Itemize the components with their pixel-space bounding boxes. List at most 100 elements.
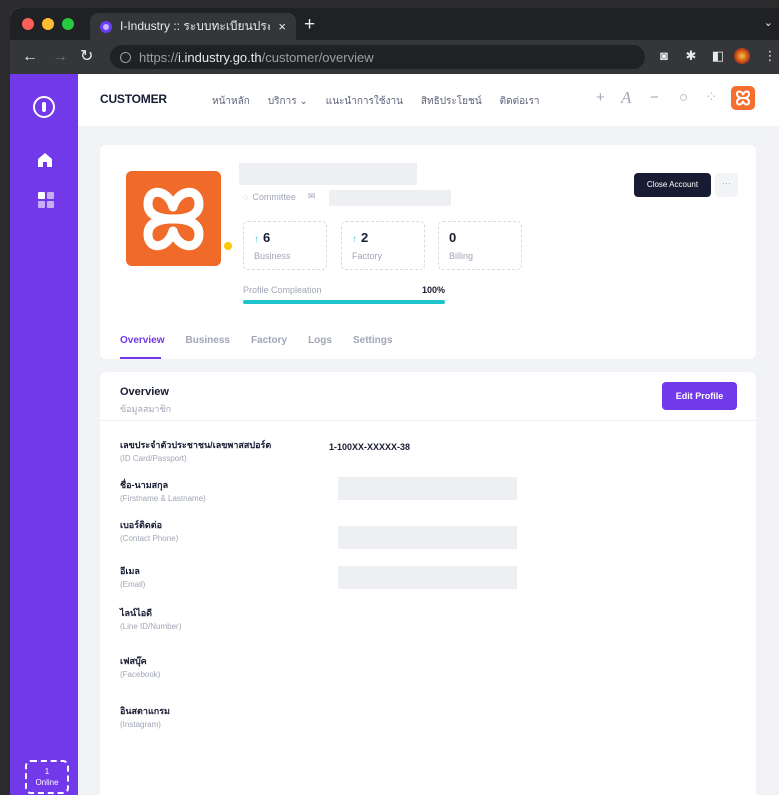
- close-account-button[interactable]: Close Account: [634, 173, 711, 197]
- stat-business: ↑ 6 Business: [243, 221, 327, 270]
- field-sublabel: (Facebook): [120, 670, 161, 679]
- home-icon[interactable]: [37, 152, 53, 168]
- phone-value-redacted: [338, 526, 517, 549]
- company-name-redacted: [239, 163, 417, 185]
- site-info-icon[interactable]: [120, 51, 131, 63]
- field-id-card: เลขประจำตัวประชาชน/เลขพาสสปอร์ต (ID Card…: [120, 438, 271, 463]
- progress-bar-fill: [243, 300, 445, 304]
- menu-item-home[interactable]: หน้าหลัก: [212, 94, 250, 109]
- committee-icon: ◌: [243, 191, 249, 202]
- browser-menu-icon[interactable]: ⋮: [762, 48, 778, 64]
- profile-meta: ◌ Committee ✉: [243, 191, 315, 202]
- close-window-icon[interactable]: [22, 18, 34, 30]
- profile-tabs: Overview Business Factory Logs Settings: [120, 335, 392, 346]
- stat-label: Factory: [352, 251, 383, 261]
- field-line-id: ไลน์ไอดี (Line ID/Number): [120, 606, 181, 631]
- menu-item-guide[interactable]: แนะนำการใช้งาน: [326, 94, 403, 109]
- more-options-button[interactable]: ···: [715, 173, 738, 197]
- role-label: Committee: [252, 191, 296, 202]
- online-status-dot: [224, 242, 232, 250]
- tab-strip: I-Industry :: ระบบทะเบียนประวัติ × + ⌄: [10, 8, 779, 40]
- font-decrease-icon[interactable]: −: [650, 88, 659, 108]
- main-menu: หน้าหลัก บริการ ⌄ แนะนำการใช้งาน สิทธิปร…: [212, 94, 540, 109]
- url-host: i.industry.go.th: [178, 49, 262, 65]
- field-label: เฟสบุ๊ค: [120, 656, 147, 666]
- divider: [100, 420, 756, 421]
- edit-profile-button[interactable]: Edit Profile: [662, 382, 737, 410]
- tab-factory[interactable]: Factory: [251, 335, 287, 346]
- browser-toolbar: ← → ↻ https://i.industry.go.th/customer/…: [10, 40, 779, 74]
- progress-value: 100%: [422, 285, 446, 295]
- camera-extension-icon[interactable]: ◙: [656, 48, 672, 64]
- menu-item-benefits[interactable]: สิทธิประโยชน์: [421, 94, 482, 109]
- email-value-redacted: [338, 566, 517, 589]
- overview-title: Overview: [120, 386, 169, 398]
- stat-factory: ↑ 2 Factory: [341, 221, 425, 270]
- field-sublabel: (Line ID/Number): [120, 622, 182, 631]
- page-header: CUSTOMER หน้าหลัก บริการ ⌄ แนะนำการใช้งา…: [78, 74, 779, 126]
- maximize-window-icon[interactable]: [62, 18, 74, 30]
- apps-grid-icon[interactable]: [38, 192, 56, 210]
- search-icon[interactable]: ○: [679, 88, 688, 108]
- field-label: เลขประจำตัวประชาชน/เลขพาสสปอร์ต: [120, 440, 272, 450]
- tab-business[interactable]: Business: [185, 335, 229, 346]
- field-label: อีเมล: [120, 566, 140, 576]
- arrow-up-icon: ↑: [254, 234, 259, 245]
- new-tab-button[interactable]: +: [304, 13, 315, 37]
- field-label: อินสตาแกรม: [120, 706, 170, 716]
- field-name: ชื่อ-นามสกุล (Firstname & Lastname): [120, 478, 206, 503]
- field-phone: เบอร์ติดต่อ (Contact Phone): [120, 518, 178, 543]
- brand-title: CUSTOMER: [100, 92, 167, 106]
- extensions-icon[interactable]: ✱: [683, 48, 699, 64]
- font-increase-icon[interactable]: +: [596, 88, 605, 108]
- tab-close-icon[interactable]: ×: [278, 19, 286, 34]
- menu-item-contact[interactable]: ติดต่อเรา: [500, 94, 540, 109]
- field-sublabel: (Firstname & Lastname): [120, 494, 206, 503]
- field-email: อีเมล (Email): [120, 564, 145, 589]
- back-icon[interactable]: ←: [22, 47, 38, 67]
- stat-label: Business: [254, 251, 291, 261]
- theme-toggle-icon[interactable]: ⁘: [705, 88, 718, 108]
- address-bar[interactable]: https://i.industry.go.th/customer/overvi…: [110, 45, 645, 69]
- tab-title: I-Industry :: ระบบทะเบียนประวัติ: [120, 19, 271, 33]
- profile-card: ◌ Committee ✉ ↑ 6 Business ↑ 2 Factory 0 B…: [100, 145, 756, 359]
- field-sublabel: (Email): [120, 580, 146, 589]
- browser-tab[interactable]: I-Industry :: ระบบทะเบียนประวัติ ×: [90, 13, 296, 40]
- field-label: ชื่อ-นามสกุล: [120, 480, 169, 490]
- overview-card: Overview ข้อมูลสมาชิก Edit Profile เลขปร…: [100, 372, 756, 795]
- user-menu-logo-icon[interactable]: [731, 86, 755, 110]
- progress-bar: [243, 300, 445, 304]
- online-count: 1: [44, 767, 50, 776]
- field-sublabel: (Instagram): [120, 720, 161, 729]
- field-facebook: เฟสบุ๊ค (Facebook): [120, 654, 160, 679]
- forward-icon[interactable]: →: [52, 47, 68, 67]
- tab-search-icon[interactable]: ⌄: [764, 16, 773, 29]
- company-avatar: [126, 171, 221, 266]
- menu-item-services[interactable]: บริการ ⌄: [268, 94, 308, 109]
- active-tab-indicator: [120, 357, 161, 359]
- field-sublabel: (ID Card/Passport): [120, 454, 187, 463]
- online-users-badge: 1 Online: [25, 760, 69, 794]
- site-logo-icon[interactable]: [33, 96, 55, 118]
- overview-subtitle: ข้อมูลสมาชิก: [120, 404, 172, 414]
- favicon-icon: [100, 20, 112, 33]
- id-card-value: 1-100XX-XXXXX-38: [329, 442, 411, 452]
- stat-label: Billing: [449, 251, 474, 261]
- reload-icon[interactable]: ↻: [80, 47, 93, 67]
- field-label: ไลน์ไอดี: [120, 608, 152, 618]
- company-logo-icon: [126, 171, 221, 266]
- field-sublabel: (Contact Phone): [120, 534, 179, 543]
- stat-billing: 0 Billing: [438, 221, 522, 270]
- tab-settings[interactable]: Settings: [353, 335, 392, 346]
- minimize-window-icon[interactable]: [42, 18, 54, 30]
- sidepanel-icon[interactable]: ◧: [710, 48, 726, 64]
- font-size-icon[interactable]: A: [621, 88, 631, 108]
- tab-overview[interactable]: Overview: [120, 335, 164, 346]
- tab-logs[interactable]: Logs: [308, 335, 332, 346]
- profile-avatar-icon[interactable]: [734, 48, 750, 64]
- progress-label: Profile Compleation: [243, 285, 322, 295]
- browser-window: I-Industry :: ระบบทะเบียนประวัติ × + ⌄ ←…: [10, 8, 779, 795]
- email-redacted: [329, 190, 451, 206]
- stat-value: 2: [361, 230, 369, 245]
- online-label: Online: [35, 778, 59, 787]
